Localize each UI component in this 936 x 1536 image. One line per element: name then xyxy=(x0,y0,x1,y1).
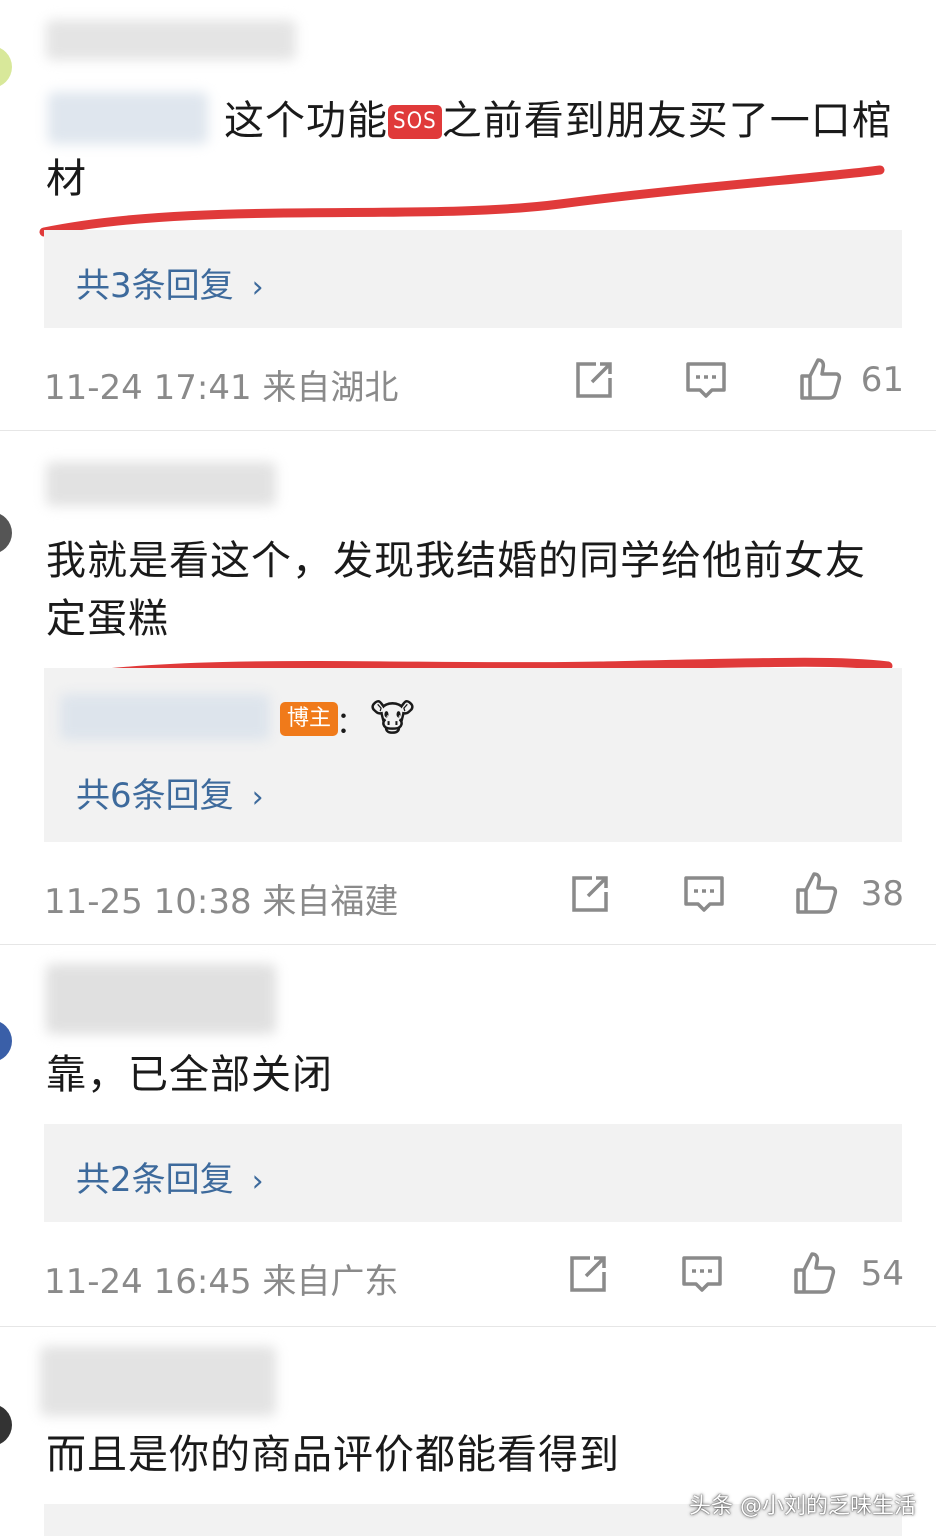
red-underline-annotation xyxy=(39,165,885,237)
username-blurred xyxy=(46,20,296,60)
avatar[interactable] xyxy=(0,1020,12,1062)
like-icon[interactable] xyxy=(792,870,840,918)
reply-count-label: 共3条回复 xyxy=(76,266,234,306)
comment-icon[interactable] xyxy=(682,356,730,404)
username-blurred xyxy=(46,462,276,506)
avatar[interactable] xyxy=(0,46,12,88)
timestamp-location: 11-25 10:38 来自福建 xyxy=(44,882,399,922)
comment-meta: 11-24 17:41 来自湖北 61 xyxy=(44,352,904,412)
comment-text: 而且是你的商品评价都能看得到 xyxy=(46,1432,620,1478)
comment-text: 我就是看这个，发现我结婚的同学给他前女友定蛋糕 xyxy=(46,538,866,642)
reply-count-link[interactable]: 共3条回复 › xyxy=(76,258,264,307)
like-count: 54 xyxy=(860,1254,904,1294)
username-blurred xyxy=(40,1346,276,1416)
reply-box[interactable]: 共3条回复 › xyxy=(44,230,902,328)
divider xyxy=(0,1326,936,1327)
reply-box[interactable]: 共2条回复 › xyxy=(44,1124,902,1222)
divider xyxy=(0,944,936,945)
comment-text-prefix: 这个功能 xyxy=(224,98,388,144)
like-count: 61 xyxy=(860,360,904,400)
blogger-badge: 博主 xyxy=(280,702,339,736)
like-icon[interactable] xyxy=(796,356,844,404)
reply-count-label: 共2条回复 xyxy=(76,1160,234,1200)
comment-meta: 11-24 16:45 来自广东 54 xyxy=(44,1246,904,1306)
like-icon[interactable] xyxy=(790,1250,838,1298)
chevron-right-icon: › xyxy=(251,270,264,305)
share-icon[interactable] xyxy=(570,356,618,404)
timestamp-location: 11-24 16:45 来自广东 xyxy=(44,1262,399,1302)
watermark: 头条 @小刘的乏味生活 xyxy=(689,1494,916,1519)
comment-meta: 11-25 10:38 来自福建 38 xyxy=(44,866,904,926)
username-blurred xyxy=(46,964,276,1034)
comment-icon[interactable] xyxy=(678,1250,726,1298)
reply-count-label: 共6条回复 xyxy=(76,776,234,816)
reply-username-blurred xyxy=(60,694,270,740)
sos-emoji-icon: SOS xyxy=(388,105,442,139)
avatar[interactable] xyxy=(0,1404,12,1446)
avatar[interactable] xyxy=(0,512,12,554)
share-icon[interactable] xyxy=(566,870,614,918)
comment-text: 靠，已全部关闭 xyxy=(46,1052,333,1098)
chevron-right-icon: › xyxy=(251,780,264,815)
reply-count-link[interactable]: 共2条回复 › xyxy=(76,1152,264,1201)
divider xyxy=(0,430,936,431)
like-count: 38 xyxy=(860,874,904,914)
reply-count-link[interactable]: 共6条回复 › xyxy=(76,768,264,817)
comment-icon[interactable] xyxy=(680,870,728,918)
timestamp-location: 11-24 17:41 来自湖北 xyxy=(44,368,399,408)
chevron-right-icon: › xyxy=(251,1164,264,1199)
cow-emoji-icon: 🐮 xyxy=(370,696,415,740)
reply-colon: ： xyxy=(336,706,366,741)
share-icon[interactable] xyxy=(564,1250,612,1298)
